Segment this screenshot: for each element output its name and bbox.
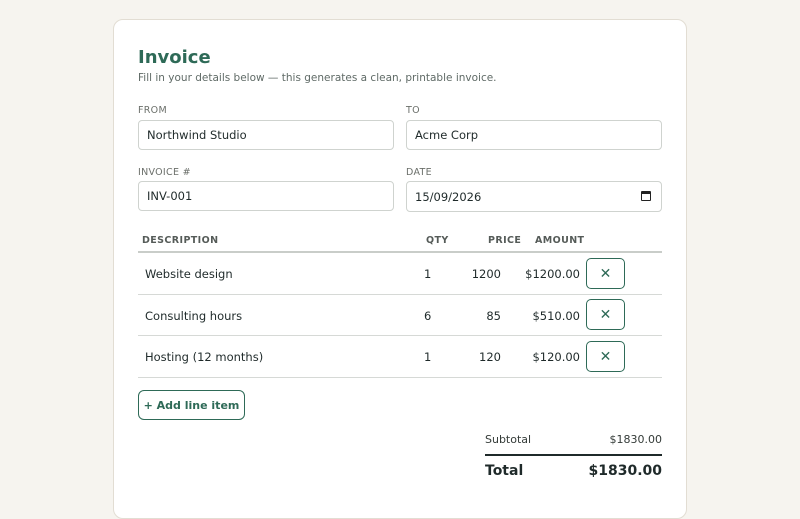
to-label: TO — [406, 105, 420, 116]
row-qty[interactable]: 1 — [424, 350, 431, 364]
column-header-description: DESCRIPTION — [142, 235, 219, 246]
total-value: $1830.00 — [588, 463, 662, 479]
column-header-price: PRICE — [488, 235, 522, 246]
invoice-number-field[interactable]: INV-001 — [138, 181, 394, 211]
close-icon: ✕ — [599, 306, 612, 323]
close-icon: ✕ — [599, 265, 612, 282]
calendar-icon[interactable] — [641, 191, 651, 201]
row-qty[interactable]: 6 — [424, 309, 431, 323]
table-header-divider — [138, 251, 662, 253]
to-field-value: Acme Corp — [415, 128, 479, 142]
from-label: FROM — [138, 105, 167, 116]
row-price[interactable]: 1200 — [470, 267, 501, 281]
page-subtitle: Fill in your details below — this genera… — [138, 72, 497, 84]
to-field[interactable]: Acme Corp — [406, 120, 662, 150]
remove-line-button[interactable]: ✕ — [586, 341, 625, 372]
total-label: Total — [485, 463, 524, 479]
row-qty[interactable]: 1 — [424, 267, 431, 281]
row-description[interactable]: Consulting hours — [145, 309, 242, 323]
subtotal-value: $1830.00 — [609, 433, 663, 446]
add-line-item-button[interactable]: + Add line item — [138, 390, 245, 420]
row-description[interactable]: Hosting (12 months) — [145, 350, 263, 364]
from-field[interactable]: Northwind Studio — [138, 120, 394, 150]
invoice-number-value: INV-001 — [147, 189, 193, 203]
row-price[interactable]: 120 — [470, 350, 501, 364]
subtotal-label: Subtotal — [485, 433, 532, 446]
date-field[interactable]: 15/09/2026 — [406, 181, 662, 212]
row-divider — [138, 335, 662, 336]
invoice-number-label: INVOICE # — [138, 167, 191, 178]
date-field-value: 15/09/2026 — [415, 189, 482, 204]
row-divider — [138, 377, 662, 378]
date-label: DATE — [406, 167, 432, 178]
total-divider — [485, 454, 662, 456]
column-header-amount: AMOUNT — [535, 235, 585, 246]
close-icon: ✕ — [599, 348, 612, 365]
column-header-qty: QTY — [426, 235, 449, 246]
row-amount: $1200.00 — [525, 267, 580, 281]
remove-line-button[interactable]: ✕ — [586, 299, 625, 330]
row-divider — [138, 294, 662, 295]
from-field-value: Northwind Studio — [147, 128, 247, 142]
row-amount: $510.00 — [532, 309, 580, 323]
row-description[interactable]: Website design — [145, 267, 233, 281]
page-title: Invoice — [138, 47, 211, 68]
row-amount: $120.00 — [532, 350, 580, 364]
row-price[interactable]: 85 — [470, 309, 501, 323]
remove-line-button[interactable]: ✕ — [586, 258, 625, 289]
